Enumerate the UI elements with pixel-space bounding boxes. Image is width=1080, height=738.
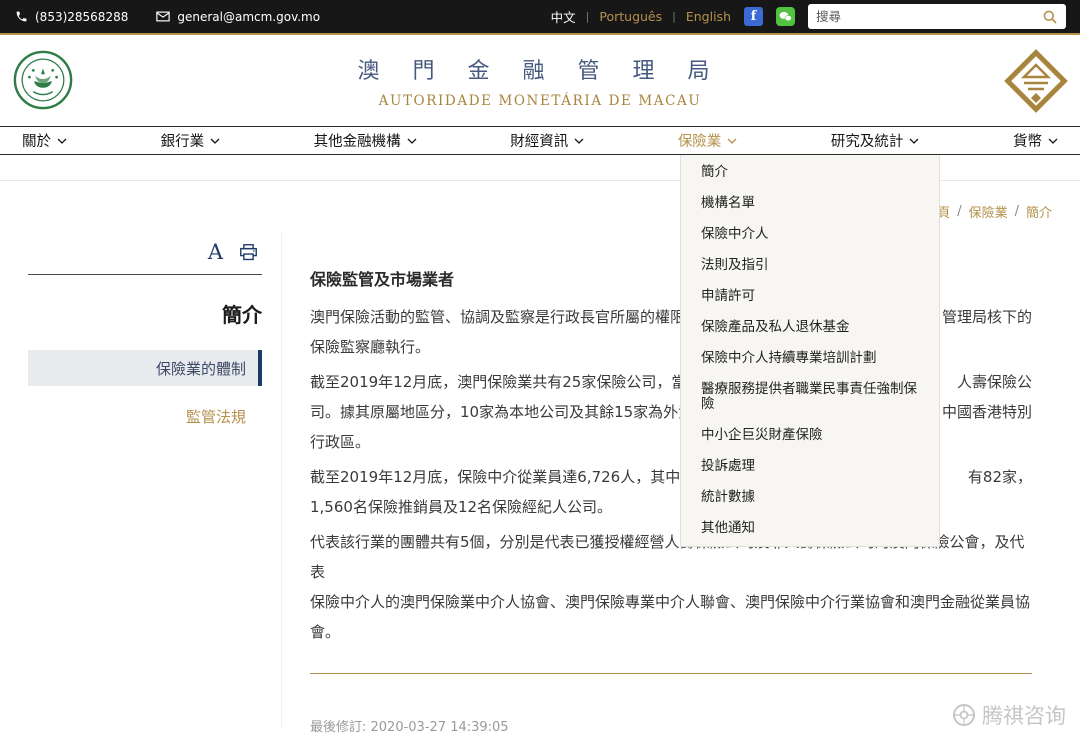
- nav-item-label: 貨幣: [1013, 130, 1042, 151]
- nav-item-0[interactable]: 關於: [22, 130, 67, 151]
- last-modified: 最後修訂: 2020-03-27 14:39:05: [310, 716, 1032, 735]
- text-line: 會。: [310, 617, 1032, 647]
- text-line-left: 會。: [310, 617, 340, 647]
- text-line-left: 保險監察廳執行。: [310, 332, 430, 362]
- print-icon[interactable]: [239, 244, 258, 261]
- breadcrumb: 頁/保險業/簡介: [937, 202, 1052, 221]
- topbar: (853)28568288 general@amcm.gov.mo 中文 | Por…: [0, 0, 1080, 33]
- nav-item-label: 其他金融機構: [314, 130, 401, 151]
- breadcrumb-item-1[interactable]: 保險業: [969, 202, 1008, 221]
- nav-item-4[interactable]: 保險業: [678, 130, 738, 151]
- text-line-left: 司。據其原屬地區分，10家為本地公司及其餘15家為外資: [310, 397, 693, 427]
- dropdown-item-7[interactable]: 醫療服務提供者職業民事責任強制保險: [681, 374, 939, 420]
- text-line-left: 保險中介人的澳門保險業中介人協會、澳門保險專業中介人聯會、澳門保險中介行業協會和…: [310, 587, 1030, 617]
- breadcrumb-item-2[interactable]: 簡介: [1026, 202, 1052, 221]
- text-line-left: 截至2019年12月底，保險中介從業員達6,726人，其中個: [310, 462, 695, 492]
- search-input[interactable]: [816, 9, 1042, 24]
- amcm-logo[interactable]: [1004, 49, 1068, 113]
- nav-item-label: 保險業: [678, 130, 722, 151]
- nav-item-5[interactable]: 研究及統計: [831, 130, 920, 151]
- dropdown-item-8[interactable]: 中小企巨災財產保險: [681, 420, 939, 451]
- text-line-right: 中國香港特別: [942, 397, 1032, 427]
- watermark-text: 腾祺咨询: [982, 700, 1066, 730]
- text-line-left: 行政區。: [310, 427, 370, 457]
- sidebar-item-1[interactable]: 監管法規: [28, 406, 262, 427]
- text-line-left: 1,560名保險推銷員及12名保險經紀人公司。: [310, 492, 612, 522]
- page: (853)28568288 general@amcm.gov.mo 中文 | Por…: [0, 0, 1080, 738]
- dropdown-item-10[interactable]: 統計數據: [681, 482, 939, 513]
- language-separator: |: [586, 10, 590, 23]
- facebook-icon[interactable]: f: [744, 7, 763, 26]
- contact-info: (853)28568288 general@amcm.gov.mo: [14, 10, 320, 24]
- wechat-icon[interactable]: [776, 7, 795, 26]
- nav-item-6[interactable]: 貨幣: [1013, 130, 1058, 151]
- language-link-2[interactable]: English: [686, 9, 731, 24]
- font-size-button[interactable]: A: [208, 240, 223, 264]
- phone-contact: (853)28568288: [14, 10, 128, 24]
- insurance-dropdown-menu: 簡介機構名單保險中介人法則及指引申請許可保險產品及私人退休基金保險中介人持續專業…: [680, 155, 940, 547]
- search-icon[interactable]: [1042, 9, 1058, 25]
- chevron-down-icon: [727, 138, 737, 145]
- language-link-1[interactable]: Português: [599, 9, 662, 24]
- email-address[interactable]: general@amcm.gov.mo: [177, 10, 320, 24]
- content-bottom-rule: [310, 673, 1032, 674]
- chevron-down-icon: [909, 138, 919, 145]
- sidebar-menu: 保險業的體制監管法規: [28, 350, 262, 427]
- language-switcher: 中文 | Português | English: [551, 7, 731, 26]
- dropdown-item-4[interactable]: 申請許可: [681, 281, 939, 312]
- dropdown-item-9[interactable]: 投訴處理: [681, 451, 939, 482]
- chevron-down-icon: [407, 138, 417, 145]
- breadcrumb-separator: /: [1015, 204, 1019, 219]
- nav-item-label: 研究及統計: [831, 130, 904, 151]
- chevron-down-icon: [574, 138, 584, 145]
- nav-item-label: 關於: [22, 130, 51, 151]
- breadcrumb-separator: /: [957, 204, 961, 219]
- dropdown-item-2[interactable]: 保險中介人: [681, 219, 939, 250]
- email-icon: [156, 10, 170, 24]
- dropdown-item-11[interactable]: 其他通知: [681, 513, 939, 544]
- sidebar-content-divider: [281, 232, 282, 728]
- watermark-icon: [952, 703, 976, 727]
- text-line-right: 人壽保險公: [957, 367, 1032, 397]
- dropdown-item-0[interactable]: 簡介: [681, 157, 939, 188]
- dropdown-item-1[interactable]: 機構名單: [681, 188, 939, 219]
- sidebar-section-title: 簡介: [28, 299, 262, 328]
- dropdown-item-6[interactable]: 保險中介人持續專業培訓計劃: [681, 343, 939, 374]
- chevron-down-icon: [57, 138, 67, 145]
- sidebar-item-0[interactable]: 保險業的體制: [28, 350, 262, 386]
- dropdown-item-3[interactable]: 法則及指引: [681, 250, 939, 281]
- phone-icon: [14, 10, 28, 24]
- nav-item-2[interactable]: 其他金融機構: [314, 130, 417, 151]
- chevron-down-icon: [210, 138, 220, 145]
- site-title-chinese[interactable]: 澳 門 金 融 管 理 局: [0, 53, 1080, 85]
- text-line-right: 管理局核下的: [942, 302, 1032, 332]
- nav-item-label: 銀行業: [161, 130, 205, 151]
- topbar-right: 中文 | Português | English f: [551, 4, 1066, 29]
- search-box: [808, 4, 1066, 29]
- nav-item-label: 財經資訊: [510, 130, 568, 151]
- language-link-0[interactable]: 中文: [551, 7, 576, 26]
- text-line-right: 有82家，: [968, 462, 1032, 492]
- header: 澳 門 金 融 管 理 局 AUTORIDADE MONETÁRIA DE MA…: [0, 35, 1080, 126]
- text-line-left: 截至2019年12月底，澳門保險業共有25家保險公司，當中: [310, 367, 701, 397]
- phone-number[interactable]: (853)28568288: [35, 10, 128, 24]
- sidebar: A 簡介 保險業的體制監管法規: [28, 240, 262, 427]
- watermark: 腾祺咨询: [952, 700, 1066, 730]
- dropdown-item-5[interactable]: 保險產品及私人退休基金: [681, 312, 939, 343]
- page-tools: A: [28, 240, 262, 275]
- nav-item-1[interactable]: 銀行業: [161, 130, 221, 151]
- text-line: 保險中介人的澳門保險業中介人協會、澳門保險專業中介人聯會、澳門保險中介行業協會和…: [310, 587, 1032, 617]
- chevron-down-icon: [1048, 138, 1058, 145]
- site-title-portuguese: AUTORIDADE MONETÁRIA DE MACAU: [0, 93, 1080, 109]
- text-line-left: 澳門保險活動的監管、協調及監察是行政長官所屬的權限: [310, 302, 685, 332]
- nav-item-3[interactable]: 財經資訊: [510, 130, 584, 151]
- site-titles: 澳 門 金 融 管 理 局 AUTORIDADE MONETÁRIA DE MA…: [0, 53, 1080, 109]
- email-contact: general@amcm.gov.mo: [156, 10, 320, 24]
- main-nav: 關於 銀行業 其他金融機構 財經資訊 保險業 研究及統計 貨幣: [0, 126, 1080, 155]
- language-separator: |: [672, 10, 676, 23]
